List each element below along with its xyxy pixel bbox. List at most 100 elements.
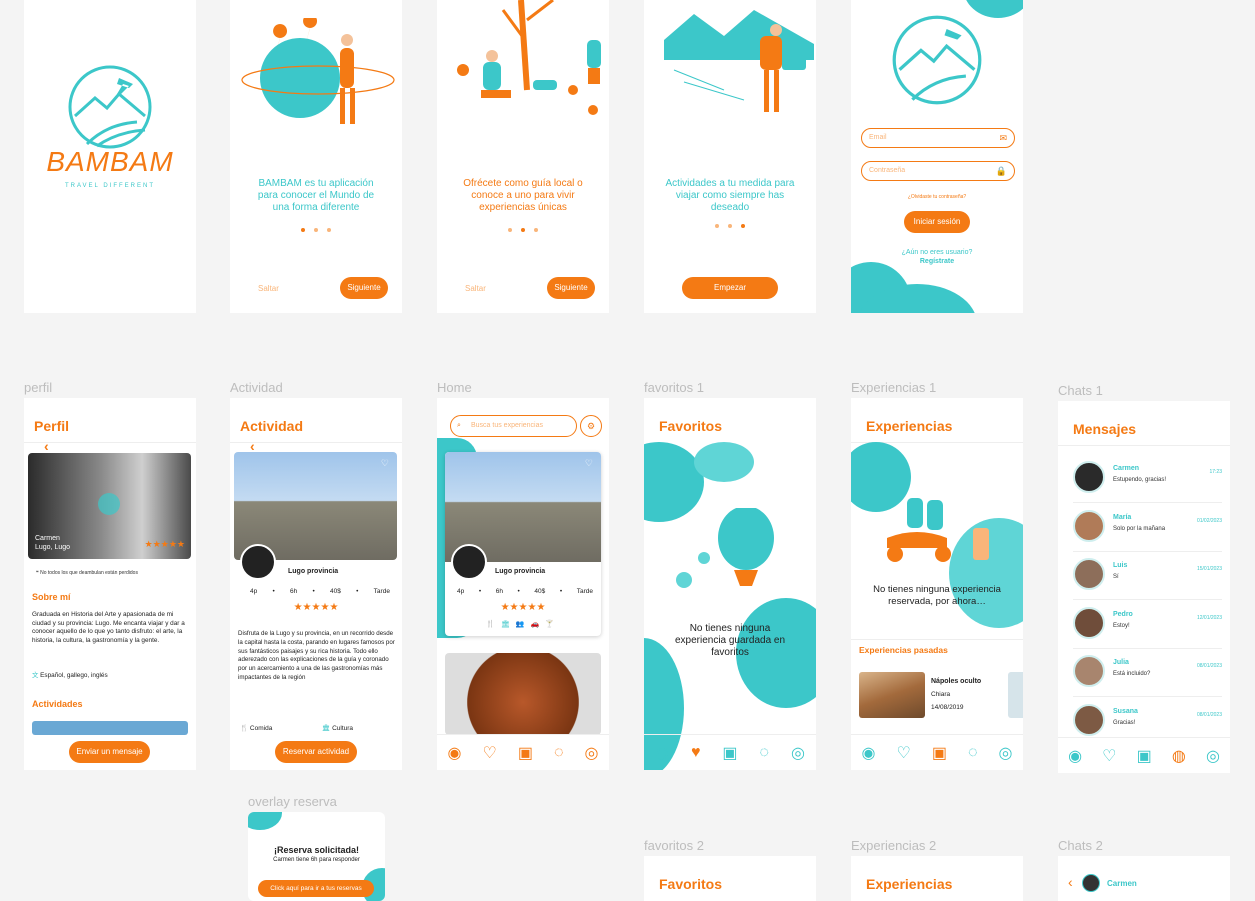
past-experience-photo: [859, 672, 925, 718]
activity-place: Lugo provincia: [288, 568, 339, 575]
chat-row[interactable]: Julia Está incluido? 08/01/2023: [1073, 649, 1222, 697]
nav-favorites-icon[interactable]: ♡: [896, 743, 910, 763]
nav-chats-icon[interactable]: ◍: [1172, 746, 1186, 766]
filter-icon[interactable]: ⚙: [580, 415, 602, 437]
nav-explore-icon[interactable]: ◉: [862, 743, 876, 763]
email-field[interactable]: Email ✉: [861, 128, 1015, 148]
chat-row[interactable]: Carmen Estupendo, gracias! 17:23: [1073, 455, 1222, 503]
nav-bookings-icon[interactable]: ▣: [722, 743, 737, 763]
avatar: [1073, 655, 1105, 687]
pager-dots: [508, 228, 538, 232]
chat-detail-screen: ‹ Carmen: [1058, 856, 1230, 901]
bambam-logo-icon: [892, 15, 982, 105]
activity-meta: 4p • 6h • 40$ • Tarde: [250, 588, 390, 595]
heart-icon[interactable]: ♡: [585, 458, 593, 469]
heart-icon[interactable]: ♡: [381, 458, 389, 469]
overlay-title: ¡Reserva solicitada!: [273, 845, 360, 855]
messages-screen: Mensajes Carmen Estupendo, gracias! 17:23 M…: [1058, 401, 1230, 773]
page-title: Experiencias: [866, 876, 953, 892]
password-placeholder: Contraseña: [869, 167, 906, 174]
nav-bookings-icon[interactable]: ▣: [518, 743, 533, 763]
nav-profile-icon[interactable]: ◎: [999, 743, 1013, 763]
avatar: [1073, 606, 1105, 639]
avatar: [1073, 703, 1105, 736]
experiences-header: Experiencias: [851, 398, 1023, 443]
past-experience-card-2[interactable]: [1008, 672, 1023, 718]
login-button[interactable]: Iniciar sesión: [904, 211, 970, 233]
past-guide: Chiara: [931, 691, 951, 698]
chat-last-message: Está incluido?: [1113, 671, 1151, 677]
brand-tagline: TRAVEL DIFFERENT: [64, 183, 155, 189]
page-title: Experiencias: [866, 418, 953, 434]
profile-photo: Carmen Lugo, Lugo ★★★★★: [28, 453, 191, 559]
skip-link[interactable]: Saltar: [465, 284, 486, 293]
book-activity-button[interactable]: Reservar actividad: [275, 741, 357, 763]
search-icon: ⌕: [457, 422, 461, 429]
chat-row[interactable]: María Solo por la mañana 01/02/2023: [1073, 504, 1222, 552]
card-place: Lugo provincia: [495, 568, 546, 575]
activities-title: Actividades: [32, 699, 83, 709]
nav-favorites-icon[interactable]: ♥: [691, 744, 701, 762]
back-icon[interactable]: ‹: [1068, 874, 1073, 890]
send-message-button[interactable]: Enviar un mensaje: [69, 741, 150, 763]
nav-profile-icon[interactable]: ◎: [585, 743, 599, 763]
nav-favorites-icon[interactable]: ♡: [482, 743, 496, 763]
forgot-password-link[interactable]: ¿Olvidaste tu contraseña?: [851, 194, 1023, 200]
chat-time: 08/01/2023: [1196, 663, 1222, 669]
chat-time: 08/01/2023: [1196, 711, 1222, 718]
profile-name: Carmen: [35, 535, 60, 542]
past-date: 14/08/2019: [931, 704, 964, 711]
experiences-2-screen: Experiencias: [851, 856, 1023, 901]
tag-food: 🍴 Comida: [240, 725, 273, 732]
chat-time: 01/02/2023: [1196, 517, 1222, 524]
traveler-illustration: [664, 10, 814, 112]
chat-last-message: Estoy!: [1113, 622, 1130, 629]
past-experiences-title: Experiencias pasadas: [859, 645, 948, 655]
skip-link[interactable]: Saltar: [258, 284, 279, 293]
messages-header: Mensajes: [1058, 401, 1230, 446]
nav-chats-icon[interactable]: ◌: [760, 744, 770, 762]
activity-thumb[interactable]: [32, 721, 188, 735]
search-input[interactable]: ⌕ Busca tus experiencias: [450, 415, 577, 437]
intro-screen-3: Actividades a tu medida para viajar como…: [644, 0, 816, 313]
chat-row[interactable]: Luis Sí 15/01/2023: [1073, 552, 1222, 600]
experience-card[interactable]: ♡ Lugo provincia 4p • 6h • 40$ • Tarde ★★★★★ 🍴…: [445, 452, 601, 636]
museum-icon: 🏛: [322, 725, 333, 732]
nav-profile-icon[interactable]: ◎: [1206, 746, 1220, 766]
nav-chats-icon[interactable]: ◌: [968, 744, 978, 762]
go-to-bookings-button[interactable]: Click aquí para ir a tus reservas: [258, 880, 374, 897]
no-user-text: ¿Aún no eres usuario?: [901, 249, 973, 256]
frame-label-home: Home: [437, 380, 472, 395]
profile-quote: ❝ No todos los que deambulan están perdi…: [36, 570, 138, 576]
play-icon[interactable]: [98, 493, 120, 515]
empty-experiences-text: No tienes ninguna experiencia reservada,…: [873, 584, 1001, 607]
back-icon[interactable]: ‹: [44, 438, 49, 454]
next-button[interactable]: Siguiente: [340, 277, 388, 299]
start-button[interactable]: Empezar: [682, 277, 778, 299]
nav-favorites-icon[interactable]: ♡: [1102, 746, 1116, 766]
password-field[interactable]: Contraseña 🔒: [861, 161, 1015, 181]
nav-bookings-icon[interactable]: ▣: [932, 743, 947, 763]
nav-explore-icon[interactable]: ◉: [1068, 746, 1082, 766]
page-title: Favoritos: [659, 418, 723, 434]
chat-time: 15/01/2023: [1196, 566, 1222, 572]
nav-explore-icon[interactable]: ◉: [655, 743, 669, 763]
chat-list: Carmen Estupendo, gracias! 17:23 María Solo …: [1058, 455, 1230, 745]
activity-description: Disfruta de la Lugo y su provincia, en u…: [238, 630, 395, 681]
frame-label-actividad: Actividad: [230, 380, 283, 395]
chat-row[interactable]: Pedro Estoy! 12/01/2023: [1073, 601, 1222, 649]
chat-last-message: Estupendo, gracias!: [1113, 477, 1167, 483]
rating-stars: ★★★★★: [144, 539, 185, 549]
bottom-nav: ◉ ♡ ▣ ◍ ◎: [1058, 737, 1230, 773]
nav-explore-icon[interactable]: ◉: [448, 743, 462, 763]
nav-chats-icon[interactable]: ◌: [554, 744, 564, 762]
nav-profile-icon[interactable]: ◎: [791, 743, 805, 763]
past-experience-card[interactable]: Nápoles oculto Chiara 14/08/2019: [859, 672, 1009, 720]
next-button[interactable]: Siguiente: [547, 277, 595, 299]
nav-bookings-icon[interactable]: ▣: [1137, 746, 1152, 766]
intro-3-text: Actividades a tu medida para viajar como…: [665, 178, 795, 213]
rating-stars: ★★★★★: [500, 602, 546, 613]
guide-avatar[interactable]: [240, 544, 276, 580]
experience-card-2[interactable]: [445, 653, 601, 735]
chat-name: Susana: [1113, 707, 1138, 715]
